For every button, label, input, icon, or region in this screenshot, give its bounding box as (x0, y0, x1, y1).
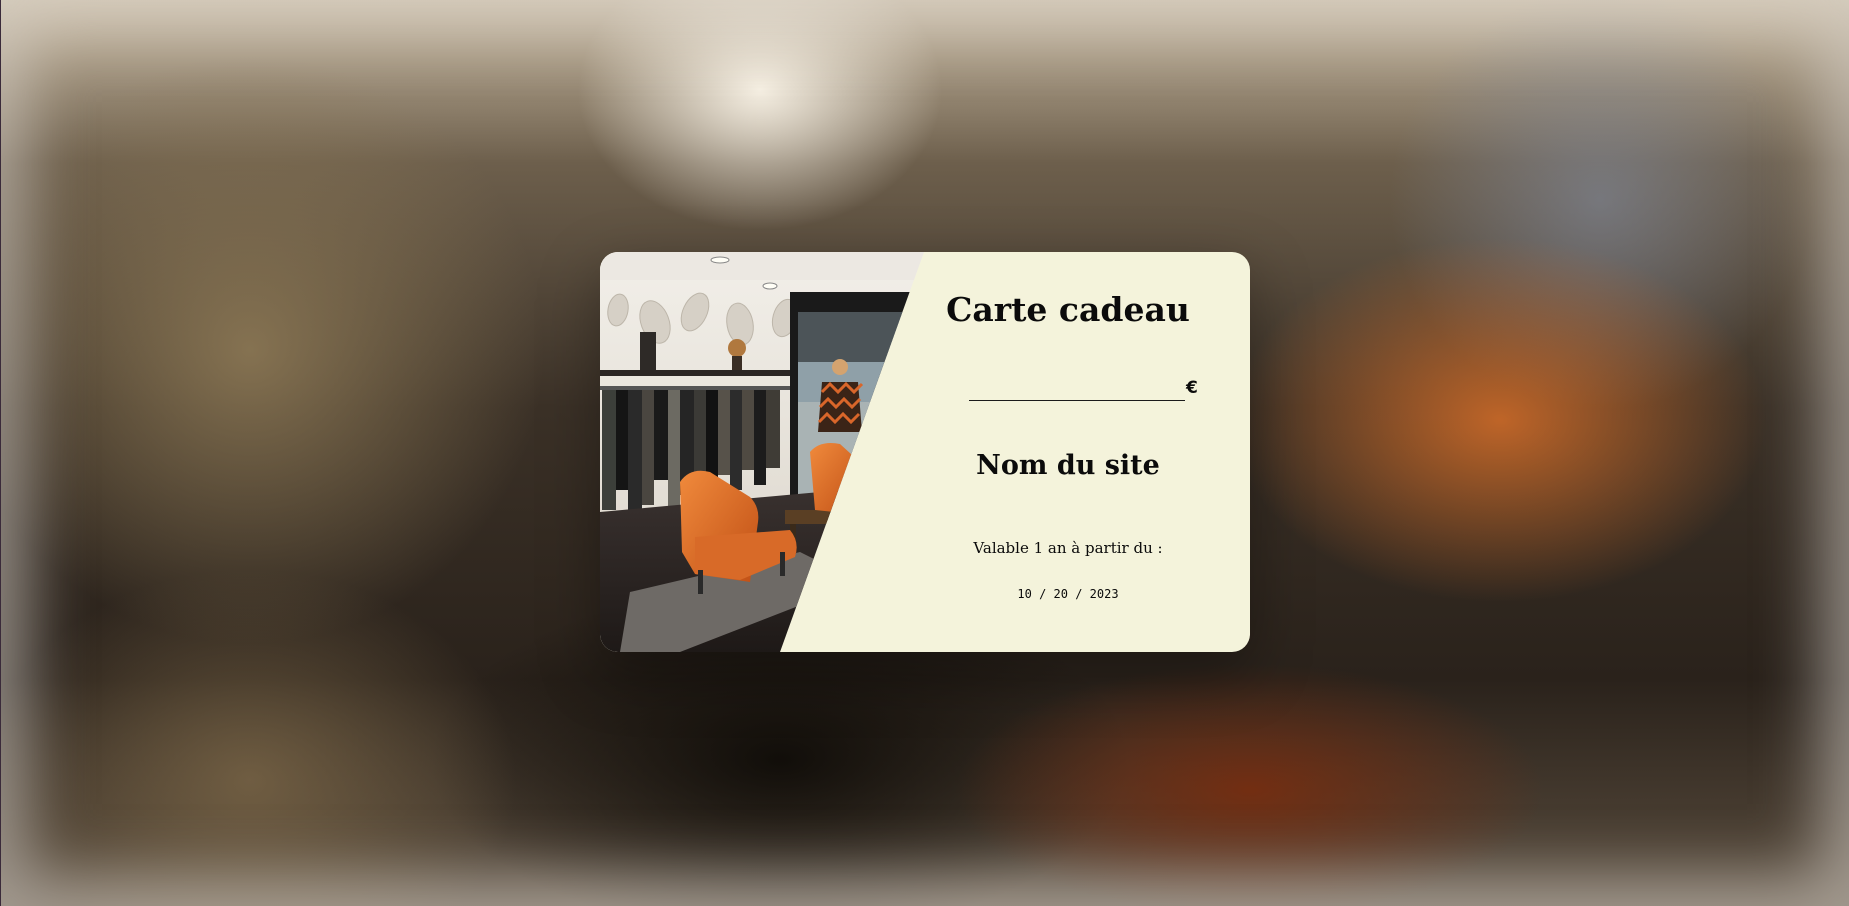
euro-currency-symbol: € (1186, 378, 1198, 398)
amount-field-row: € (969, 376, 1209, 406)
gift-card: Carte cadeau € Nom du site Valable 1 an … (600, 252, 1250, 652)
amount-input[interactable] (969, 376, 1185, 400)
gift-card-title: Carte cadeau (946, 290, 1190, 329)
amount-underline (969, 400, 1185, 401)
validity-date: 10 / 20 / 2023 (1017, 587, 1119, 601)
site-name: Nom du site (976, 450, 1160, 481)
window-edge (0, 0, 1, 906)
validity-label: Valable 1 an à partir du : (973, 539, 1163, 557)
